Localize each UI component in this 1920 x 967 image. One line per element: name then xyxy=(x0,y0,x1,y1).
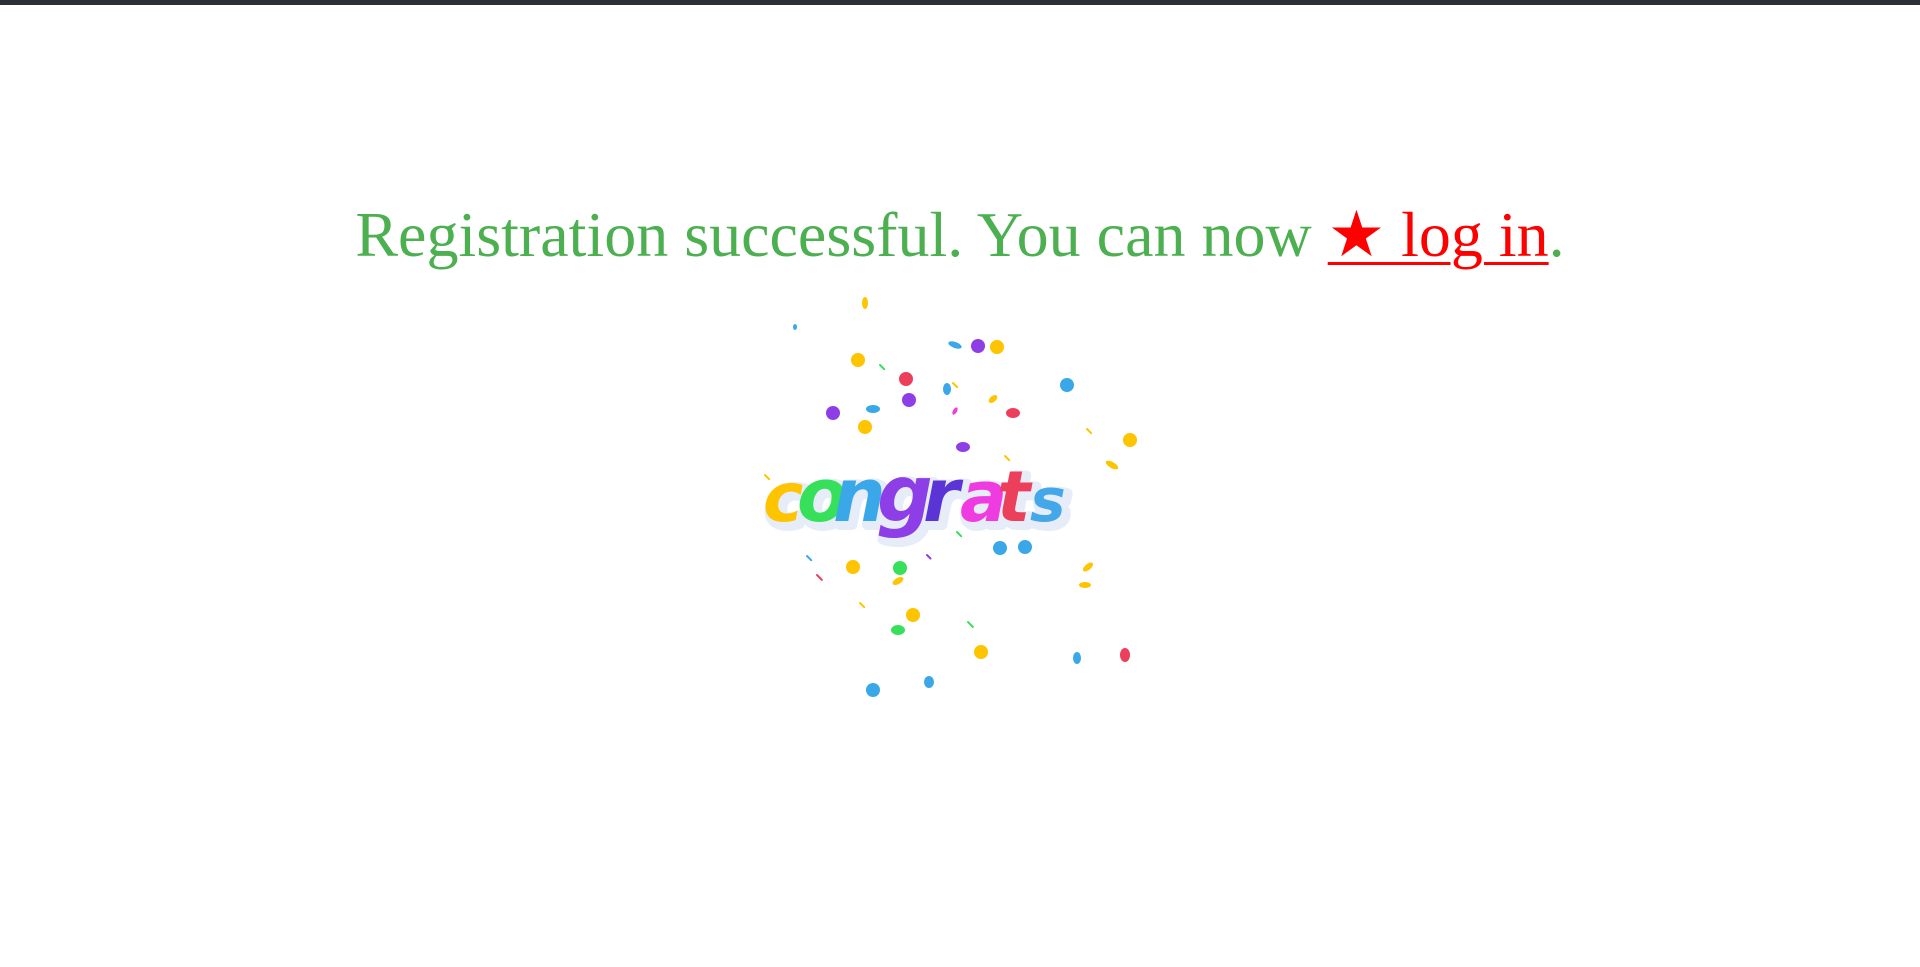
top-bar xyxy=(0,0,1920,5)
confetti-piece xyxy=(1060,378,1074,392)
congrats-letter: r xyxy=(923,453,964,539)
confetti-piece xyxy=(846,560,860,574)
confetti-piece xyxy=(952,382,959,389)
confetti-piece xyxy=(862,297,868,309)
message-text: Registration successful. You can now xyxy=(355,199,1328,270)
confetti-piece xyxy=(1123,433,1137,447)
confetti-piece xyxy=(956,442,970,452)
login-link[interactable]: ★ log in xyxy=(1328,199,1549,270)
confetti-piece xyxy=(1105,460,1119,470)
confetti-piece xyxy=(926,554,932,560)
confetti-piece xyxy=(967,621,974,628)
confetti-piece xyxy=(952,407,958,415)
confetti-piece xyxy=(891,625,905,635)
confetti-piece xyxy=(1018,540,1032,554)
congrats-letter: s xyxy=(1030,466,1066,536)
confetti-piece xyxy=(859,602,866,609)
confetti-piece xyxy=(1006,408,1020,418)
congrats-illustration: congr at scongr at s xyxy=(762,297,1137,697)
confetti-piece xyxy=(816,574,823,581)
confetti-piece xyxy=(826,406,840,420)
confetti-piece xyxy=(906,608,920,622)
confetti-piece xyxy=(943,383,951,395)
confetti-piece xyxy=(866,405,880,413)
confetti-piece xyxy=(902,393,916,407)
congrats-letter: t xyxy=(997,456,1033,538)
congrats-image: congratscongrats xyxy=(735,285,1215,715)
confetti-piece xyxy=(993,541,1007,555)
confetti-piece xyxy=(1083,562,1093,572)
confetti-piece xyxy=(1073,652,1081,664)
confetti-piece xyxy=(879,364,886,371)
confetti-piece xyxy=(866,683,880,697)
confetti-piece xyxy=(1120,648,1130,662)
registration-message: Registration successful. You can now ★ l… xyxy=(0,190,1920,280)
confetti-piece xyxy=(924,676,934,688)
message-period: . xyxy=(1548,199,1565,270)
confetti-piece xyxy=(988,395,998,403)
confetti-piece xyxy=(892,577,904,585)
confetti-piece xyxy=(1086,428,1093,435)
confetti-piece xyxy=(851,353,865,367)
confetti-piece xyxy=(793,324,797,330)
confetti-piece xyxy=(858,420,872,434)
confetti-piece xyxy=(971,339,985,353)
confetti-piece xyxy=(1079,582,1091,588)
confetti-piece xyxy=(974,645,988,659)
confetti-piece xyxy=(899,372,913,386)
confetti-piece xyxy=(990,340,1004,354)
confetti-piece xyxy=(948,341,962,349)
confetti-piece xyxy=(893,561,907,575)
congrats-lettering: congr at scongr at s xyxy=(762,449,1075,549)
confetti-piece xyxy=(806,555,813,562)
